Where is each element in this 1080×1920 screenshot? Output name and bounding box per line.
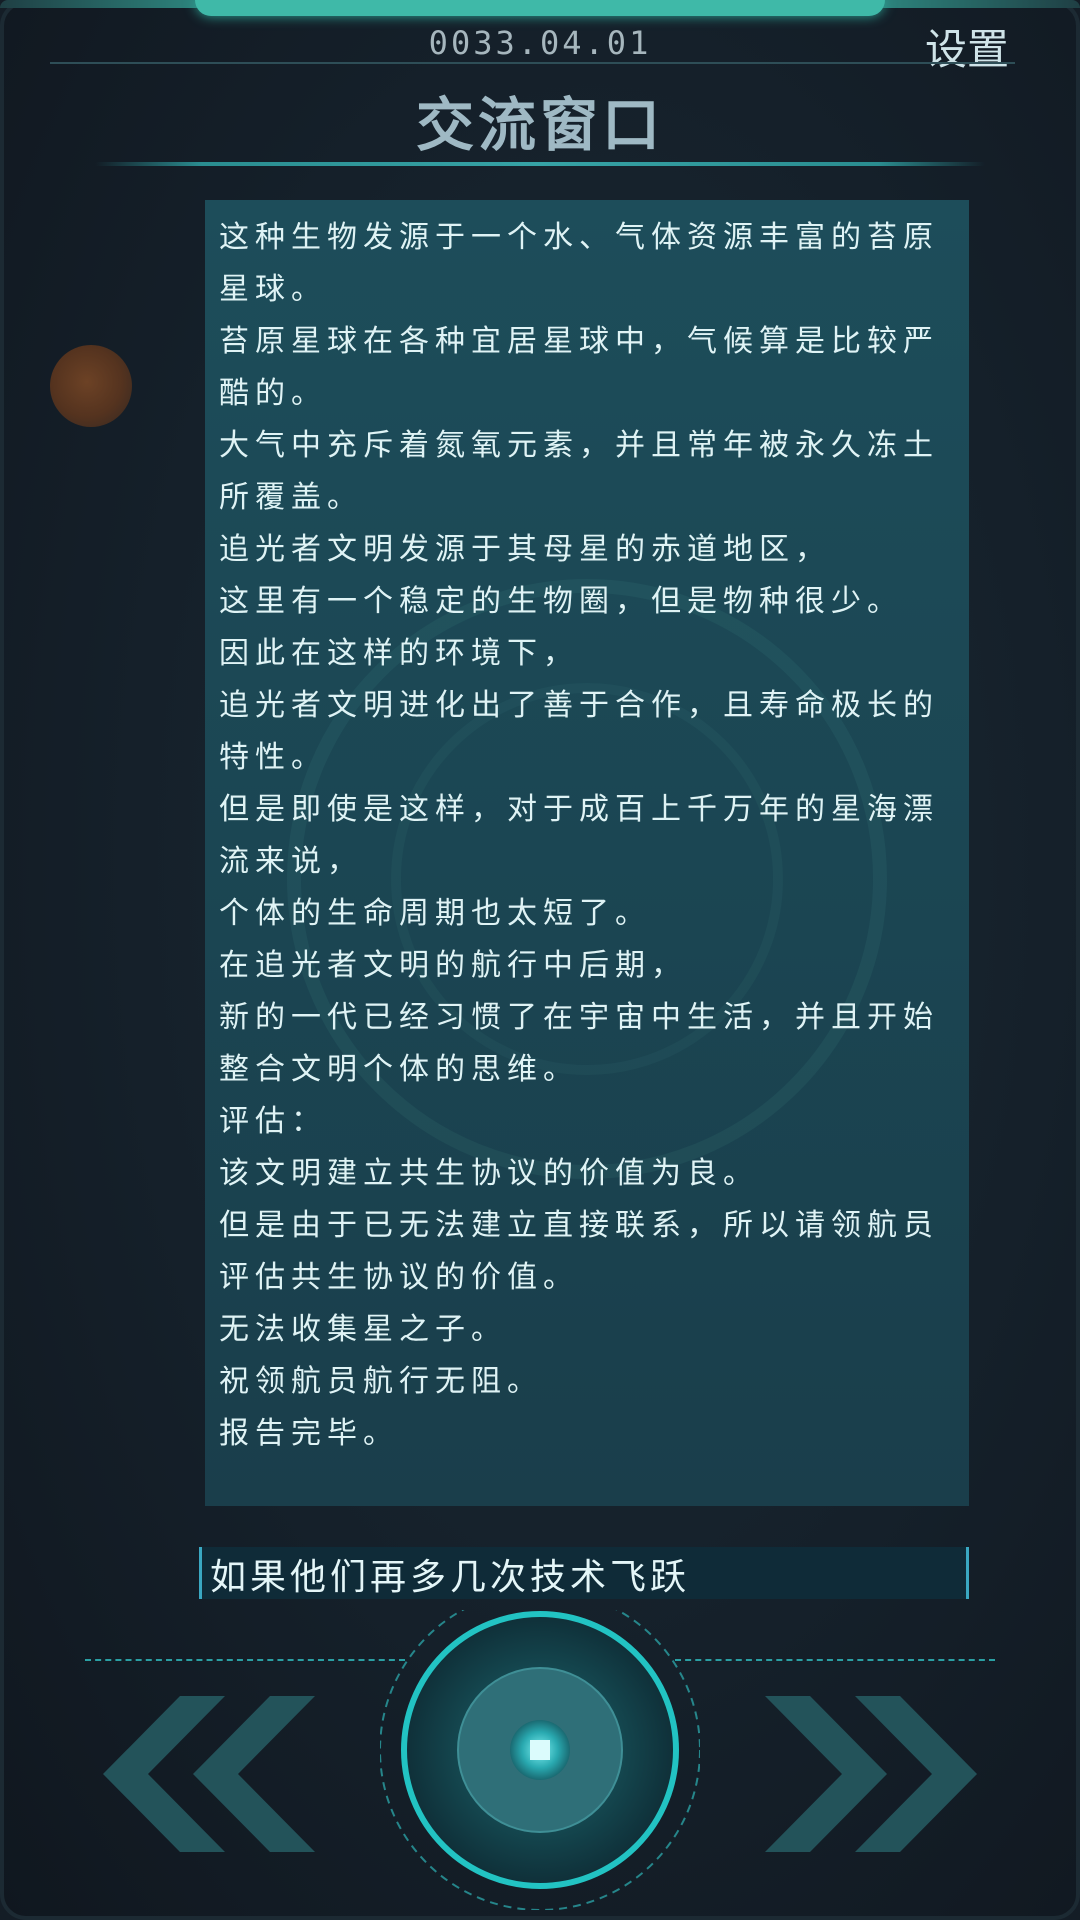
- message-line: 但是即使是这样，对于成百上千万年的星海漂流来说，: [219, 792, 939, 879]
- message-line: 报告完毕。: [219, 1416, 399, 1451]
- message-line: 该文明建立共生协议的价值为良。: [219, 1156, 759, 1191]
- page-title: 交流窗口: [415, 91, 664, 159]
- prev-button[interactable]: [100, 1696, 320, 1852]
- square-stop-icon: [530, 1740, 550, 1760]
- message-line: 祝领航员航行无阻。: [219, 1364, 543, 1399]
- message-line: 在追光者文明的航行中后期，: [219, 948, 687, 983]
- message-line: 追光者文明进化出了善于合作，且寿命极长的特性。: [219, 688, 939, 775]
- message-line: 这里有一个稳定的生物圈，但是物种很少。: [219, 584, 903, 619]
- settings-button[interactable]: 设置: [925, 16, 1009, 77]
- reply-text: 如果他们再多几次技术飞跃: [210, 1557, 691, 1598]
- message-line: 无法收集星之子。: [219, 1312, 507, 1347]
- title-divider: [95, 162, 985, 166]
- message-list: 这种生物发源于一个水、气体资源丰富的苔原星球。 苔原星球在各种宜居星球中，气候算是…: [219, 212, 955, 1460]
- message-line: 新的一代已经习惯了在宇宙中生活，并且开始整合文明个体的思维。: [219, 1000, 939, 1087]
- dashed-line-right: [675, 1659, 995, 1661]
- center-dial: [379, 1589, 701, 1911]
- dashed-line-left: [85, 1659, 405, 1661]
- message-line: 因此在这样的环境下，: [219, 636, 579, 671]
- message-panel: 这种生物发源于一个水、气体资源丰富的苔原星球。 苔原星球在各种宜居星球中，气候算是…: [205, 200, 969, 1506]
- game-date: 0033.04.01: [428, 24, 652, 62]
- message-line: 大气中充斥着氮氧元素，并且常年被永久冻土所覆盖。: [219, 428, 939, 515]
- message-line: 评估：: [219, 1104, 327, 1139]
- next-button[interactable]: [760, 1696, 980, 1852]
- top-glow: [195, 0, 885, 16]
- double-chevron-left-icon: [103, 1696, 315, 1852]
- reply-option[interactable]: 如果他们再多几次技术飞跃: [199, 1547, 969, 1599]
- message-line: 这种生物发源于一个水、气体资源丰富的苔原星球。: [219, 220, 939, 307]
- center-action-button[interactable]: [379, 1589, 701, 1911]
- message-line: 追光者文明发源于其母星的赤道地区，: [219, 532, 831, 567]
- message-line: 但是由于已无法建立直接联系，所以请领航员评估共生协议的价值。: [219, 1208, 939, 1295]
- double-chevron-right-icon: [765, 1696, 977, 1852]
- message-line: 苔原星球在各种宜居星球中，气候算是比较严酷的。: [219, 324, 939, 411]
- header-divider: [50, 62, 1015, 64]
- planet-decoration: [50, 345, 132, 427]
- message-line: 个体的生命周期也太短了。: [219, 896, 651, 931]
